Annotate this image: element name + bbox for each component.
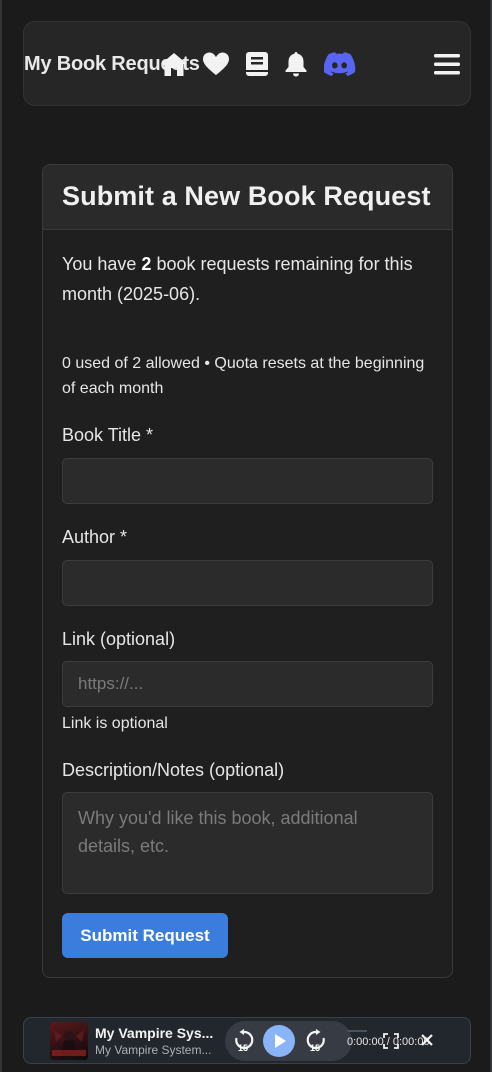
quota-count: 2	[141, 254, 152, 274]
author-label: Author *	[62, 527, 128, 547]
audiobook-cover[interactable]	[50, 1022, 88, 1060]
book-title-label: Book Title *	[62, 425, 154, 445]
book-icon[interactable]	[243, 50, 271, 78]
top-navbar: My Book Requests	[23, 21, 471, 106]
link-helper-text: Link is optional	[62, 715, 168, 732]
submit-request-button[interactable]: Submit Request	[62, 913, 228, 958]
card-body: You have 2 book requests remaining for t…	[43, 230, 452, 401]
heart-icon[interactable]	[202, 50, 230, 78]
player-track-title: My Vampire Sys...	[95, 1025, 214, 1041]
link-label: Link (optional)	[62, 629, 176, 649]
request-form-card: Submit a New Book Request You have 2 boo…	[42, 164, 453, 978]
description-textarea[interactable]	[62, 792, 433, 894]
rewind-15-icon[interactable]: 15	[233, 1029, 255, 1053]
card-title: Submit a New Book Request	[62, 181, 431, 211]
card-header: Submit a New Book Request	[43, 165, 452, 230]
quota-prefix: You have	[62, 254, 142, 274]
app-frame: My Book Requests Submit a New Book Reque…	[0, 0, 492, 1072]
playback-controls: 15 15	[225, 1021, 352, 1061]
play-icon	[275, 1034, 286, 1048]
quota-status: 0 used of 2 allowed • Quota resets at th…	[62, 355, 425, 397]
audio-player-bar: My Vampire Sys... My Vampire System... 1…	[23, 1017, 471, 1064]
forward-15-icon[interactable]: 15	[305, 1029, 327, 1053]
close-icon[interactable]	[420, 1033, 434, 1047]
fullscreen-icon[interactable]	[383, 1033, 399, 1049]
menu-icon[interactable]	[432, 50, 462, 78]
home-icon[interactable]	[160, 50, 188, 78]
bell-icon[interactable]	[282, 50, 310, 78]
play-button[interactable]	[263, 1025, 295, 1057]
quota-text: You have 2 book requests remaining for t…	[62, 249, 437, 309]
player-track-subtitle: My Vampire System...	[95, 1043, 212, 1057]
forward-seconds: 15	[310, 1043, 321, 1053]
book-title-input[interactable]	[62, 458, 433, 504]
rewind-seconds: 15	[238, 1043, 249, 1053]
author-input[interactable]	[62, 560, 433, 606]
progress-bar[interactable]	[347, 1030, 367, 1032]
discord-icon[interactable]	[324, 50, 356, 78]
description-label: Description/Notes (optional)	[62, 760, 285, 780]
link-input[interactable]	[62, 661, 433, 707]
